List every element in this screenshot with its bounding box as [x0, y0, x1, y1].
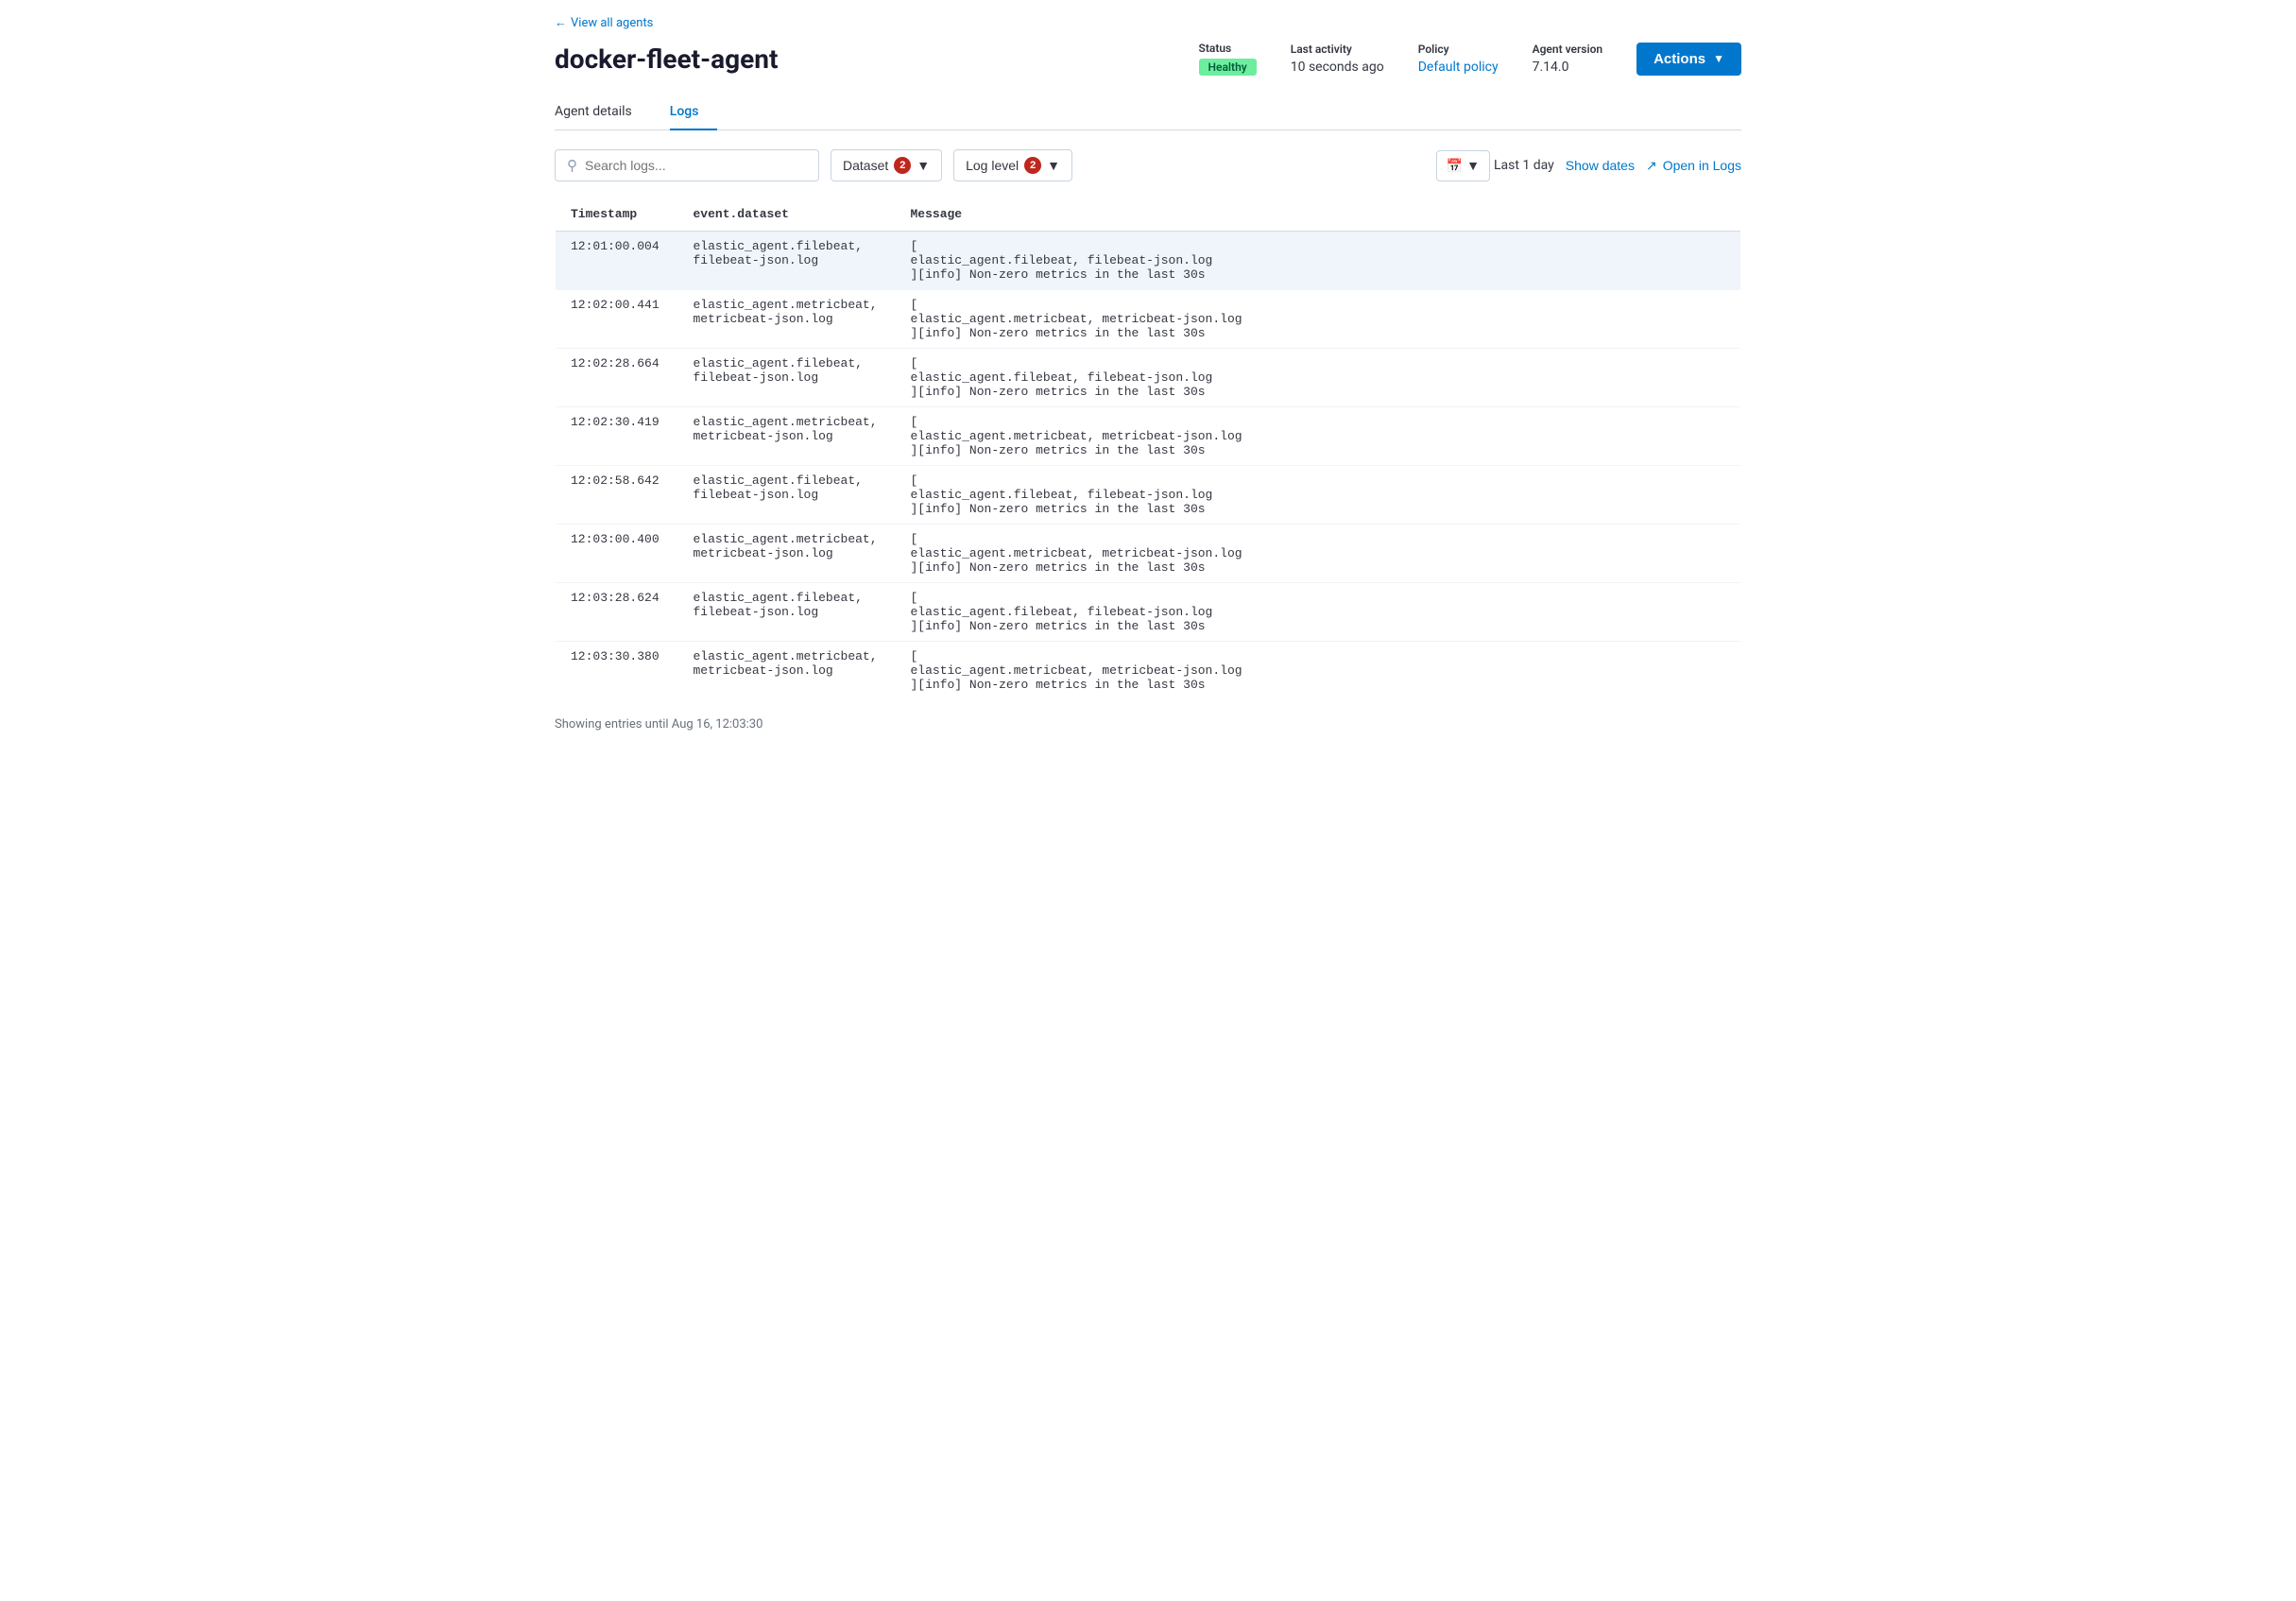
last-activity-label: Last activity — [1291, 43, 1352, 56]
log-level-chevron-icon: ▼ — [1047, 158, 1060, 173]
cell-message: [elastic_agent.metricbeat, metricbeat-js… — [896, 642, 1741, 700]
cell-dataset: elastic_agent.metricbeat,metricbeat-json… — [678, 290, 896, 349]
open-in-logs-label: Open in Logs — [1663, 158, 1741, 173]
cell-message: [elastic_agent.filebeat, filebeat-json.l… — [896, 466, 1741, 525]
cell-timestamp: 12:02:58.642 — [556, 466, 678, 525]
table-row: 12:03:28.624 elastic_agent.filebeat,file… — [556, 583, 1741, 642]
tab-logs[interactable]: Logs — [670, 95, 718, 130]
col-timestamp: Timestamp — [556, 198, 678, 232]
search-icon: ⚲ — [567, 157, 577, 174]
table-row: 12:02:00.441 elastic_agent.metricbeat,me… — [556, 290, 1741, 349]
top-nav: ← View all agents — [555, 15, 1741, 30]
cell-timestamp: 12:02:30.419 — [556, 407, 678, 466]
external-link-icon: ↗ — [1646, 158, 1657, 174]
status-badge: Healthy — [1199, 59, 1257, 76]
table-row: 12:03:00.400 elastic_agent.metricbeat,me… — [556, 525, 1741, 583]
cell-timestamp: 12:03:28.624 — [556, 583, 678, 642]
tabs: Agent details Logs — [555, 95, 1741, 130]
chevron-left-icon: ← — [555, 15, 567, 30]
page-title: docker-fleet-agent — [555, 43, 778, 75]
cell-timestamp: 12:03:00.400 — [556, 525, 678, 583]
table-row: 12:02:28.664 elastic_agent.filebeat,file… — [556, 349, 1741, 407]
policy-meta: Policy Default policy — [1418, 43, 1499, 75]
header-meta: Status Healthy Last activity 10 seconds … — [1199, 42, 1741, 76]
calendar-button[interactable]: 📅 ▼ — [1436, 150, 1490, 181]
cell-message: [elastic_agent.filebeat, filebeat-json.l… — [896, 583, 1741, 642]
cell-message: [elastic_agent.metricbeat, metricbeat-js… — [896, 525, 1741, 583]
back-link-label: View all agents — [571, 16, 653, 30]
col-dataset: event.dataset — [678, 198, 896, 232]
actions-button[interactable]: Actions ▼ — [1636, 43, 1741, 76]
search-box[interactable]: ⚲ — [555, 149, 819, 181]
tab-agent-details[interactable]: Agent details — [555, 95, 651, 130]
table-row: 12:01:00.004 elastic_agent.filebeat,file… — [556, 232, 1741, 290]
agent-version-label: Agent version — [1533, 43, 1603, 56]
dataset-badge: 2 — [894, 157, 911, 174]
back-link[interactable]: ← View all agents — [555, 15, 653, 30]
table-body: 12:01:00.004 elastic_agent.filebeat,file… — [556, 232, 1741, 700]
table-row: 12:03:30.380 elastic_agent.metricbeat,me… — [556, 642, 1741, 700]
table-row: 12:02:58.642 elastic_agent.filebeat,file… — [556, 466, 1741, 525]
open-in-logs-button[interactable]: ↗ Open in Logs — [1646, 158, 1741, 174]
col-message: Message — [896, 198, 1741, 232]
cell-dataset: elastic_agent.metricbeat,metricbeat-json… — [678, 407, 896, 466]
cell-message: [elastic_agent.metricbeat, metricbeat-js… — [896, 290, 1741, 349]
last-activity-meta: Last activity 10 seconds ago — [1291, 43, 1384, 75]
cell-timestamp: 12:03:30.380 — [556, 642, 678, 700]
last-activity-value: 10 seconds ago — [1291, 60, 1384, 75]
status-label: Status — [1199, 42, 1232, 55]
log-table: Timestamp event.dataset Message 12:01:00… — [555, 197, 1741, 700]
table-header: Timestamp event.dataset Message — [556, 198, 1741, 232]
status-meta: Status Healthy — [1199, 42, 1257, 76]
actions-label: Actions — [1653, 51, 1705, 67]
cell-dataset: elastic_agent.filebeat,filebeat-json.log — [678, 583, 896, 642]
calendar-chevron-icon: ▼ — [1466, 158, 1480, 173]
log-level-filter[interactable]: Log level 2 ▼ — [953, 149, 1072, 181]
toolbar: ⚲ Dataset 2 ▼ Log level 2 ▼ 📅 ▼ Last 1 d… — [555, 149, 1741, 181]
footer-text: Showing entries until Aug 16, 12:03:30 — [555, 710, 1741, 739]
dataset-label: Dataset — [843, 158, 888, 173]
table-row: 12:02:30.419 elastic_agent.metricbeat,me… — [556, 407, 1741, 466]
log-level-badge: 2 — [1024, 157, 1041, 174]
cell-message: [elastic_agent.filebeat, filebeat-json.l… — [896, 349, 1741, 407]
agent-version-meta: Agent version 7.14.0 — [1533, 43, 1603, 75]
cell-dataset: elastic_agent.filebeat,filebeat-json.log — [678, 232, 896, 290]
policy-label: Policy — [1418, 43, 1449, 56]
calendar-icon: 📅 — [1447, 158, 1463, 174]
cell-dataset: elastic_agent.metricbeat,metricbeat-json… — [678, 525, 896, 583]
cell-timestamp: 12:01:00.004 — [556, 232, 678, 290]
time-controls: 📅 ▼ Last 1 day Show dates ↗ Open in Logs — [1436, 150, 1741, 181]
cell-timestamp: 12:02:28.664 — [556, 349, 678, 407]
search-input[interactable] — [585, 158, 807, 173]
log-level-label: Log level — [966, 158, 1019, 173]
policy-link[interactable]: Default policy — [1418, 60, 1499, 75]
cell-dataset: elastic_agent.filebeat,filebeat-json.log — [678, 466, 896, 525]
chevron-down-icon: ▼ — [1713, 52, 1724, 65]
header-row: docker-fleet-agent Status Healthy Last a… — [555, 42, 1741, 76]
cell-dataset: elastic_agent.metricbeat,metricbeat-json… — [678, 642, 896, 700]
dataset-filter[interactable]: Dataset 2 ▼ — [831, 149, 942, 181]
agent-version-value: 7.14.0 — [1533, 60, 1569, 75]
dataset-chevron-icon: ▼ — [917, 158, 930, 173]
time-range-label: Last 1 day — [1494, 151, 1554, 180]
cell-timestamp: 12:02:00.441 — [556, 290, 678, 349]
cell-message: [elastic_agent.filebeat, filebeat-json.l… — [896, 232, 1741, 290]
show-dates-button[interactable]: Show dates — [1566, 158, 1635, 173]
cell-message: [elastic_agent.metricbeat, metricbeat-js… — [896, 407, 1741, 466]
cell-dataset: elastic_agent.filebeat,filebeat-json.log — [678, 349, 896, 407]
